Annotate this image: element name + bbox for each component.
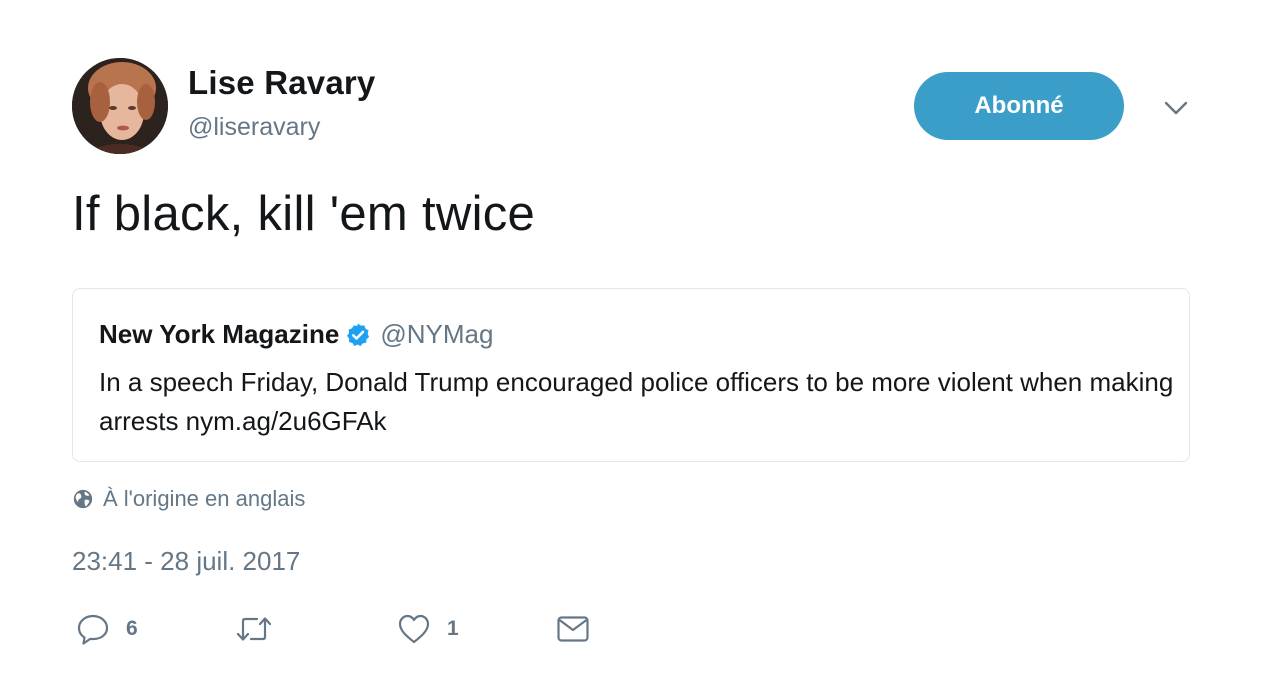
- author-display-name[interactable]: Lise Ravary: [188, 64, 376, 102]
- verified-badge-icon: [345, 322, 371, 348]
- user-avatar: [72, 58, 168, 154]
- more-options-button[interactable]: [1160, 92, 1192, 124]
- like-button[interactable]: 1: [397, 612, 459, 646]
- reply-count: 6: [126, 617, 138, 640]
- retweet-icon: [236, 617, 272, 641]
- author-screen-name[interactable]: @liseravary: [188, 113, 320, 142]
- retweet-button[interactable]: [235, 612, 289, 646]
- heart-icon: [398, 614, 430, 644]
- quoted-tweet-header: New York Magazine @NYMag: [99, 319, 493, 350]
- translation-label: À l'origine en anglais: [103, 486, 306, 511]
- direct-message-button[interactable]: [556, 612, 590, 646]
- tweet-text: If black, kill 'em twice: [72, 187, 536, 241]
- quoted-author-name: New York Magazine: [99, 319, 340, 349]
- follow-button[interactable]: Abonné: [914, 72, 1124, 140]
- quoted-tweet-text: In a speech Friday, Donald Trump encoura…: [99, 367, 1174, 436]
- tweet-timestamp[interactable]: 23:41 - 28 juil. 2017: [72, 546, 300, 577]
- translation-notice[interactable]: À l'origine en anglais: [72, 486, 305, 512]
- author-avatar[interactable]: [72, 58, 168, 154]
- reply-button[interactable]: 6: [76, 612, 138, 646]
- envelope-icon: [557, 616, 589, 642]
- globe-icon: [73, 489, 93, 509]
- quoted-tweet-card[interactable]: New York Magazine @NYMag In a speech Fri…: [72, 288, 1190, 462]
- reply-icon: [77, 614, 109, 645]
- like-count: 1: [447, 617, 459, 640]
- chevron-down-icon: [1164, 101, 1188, 115]
- quoted-author-handle: @NYMag: [380, 319, 494, 349]
